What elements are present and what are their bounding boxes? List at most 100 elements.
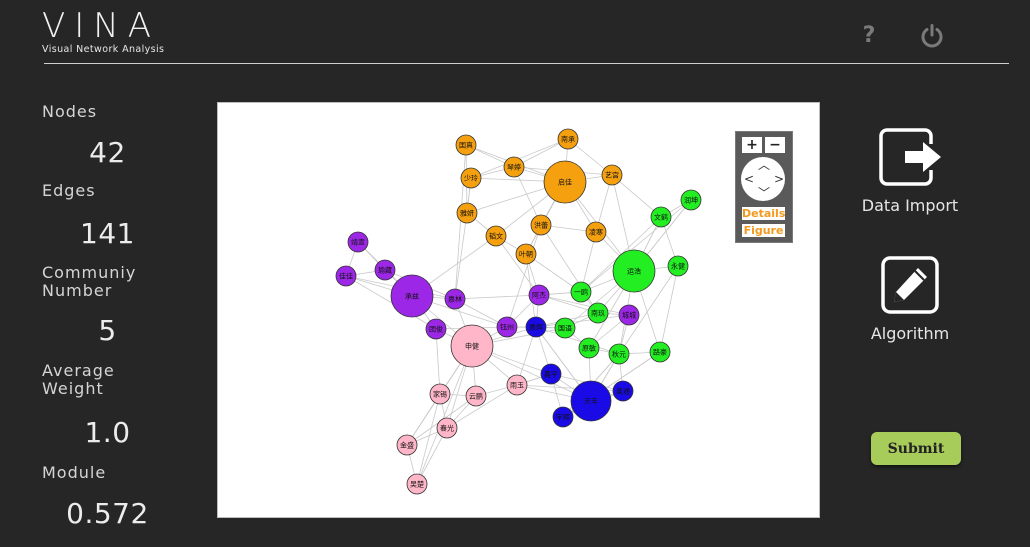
graph-node[interactable]: 吴楚	[406, 473, 428, 495]
algorithm-button[interactable]: Algorithm	[850, 256, 970, 343]
graph-edge	[506, 224, 542, 328]
question-mark-icon[interactable]: ?	[858, 22, 880, 50]
pan-up-icon[interactable]: ︿	[758, 159, 770, 171]
logo-subtitle: Visual Network Analysis	[42, 44, 165, 55]
data-import-button[interactable]: Data Import	[850, 128, 970, 215]
stat-label-average-weight: Average Weight	[42, 361, 115, 398]
pan-left-icon[interactable]: <	[744, 173, 754, 185]
submit-button[interactable]: Submit	[871, 432, 961, 465]
graph-node-label: 春光	[440, 424, 454, 433]
stat-label-edges: Edges	[42, 181, 96, 200]
graph-node[interactable]: 南承	[557, 128, 579, 150]
graph-node[interactable]: 云鹏	[465, 385, 487, 407]
graph-node[interactable]: 承兹	[390, 274, 434, 318]
graph-node[interactable]: 少玲	[460, 167, 482, 189]
zoom-out-button[interactable]: −	[765, 137, 785, 153]
graph-node-label: 嘉林	[448, 295, 462, 304]
graph-node[interactable]: 鑫宇	[540, 363, 562, 385]
graph-node[interactable]: 艺宫	[601, 164, 623, 186]
graph-node-label: 承兹	[405, 292, 419, 301]
graph-node[interactable]: 嘉林	[444, 288, 466, 310]
graph-node[interactable]: 春光	[436, 417, 458, 439]
graph-node[interactable]: 钰州	[496, 316, 518, 338]
graph-node[interactable]: 瑜藏	[374, 259, 396, 281]
graph-edge	[454, 294, 540, 300]
graph-node[interactable]: 国语	[554, 317, 576, 339]
graph-node-label: 钰州	[500, 323, 514, 332]
graph-node[interactable]: 秋元	[608, 343, 630, 365]
graph-node-label: 城城	[622, 312, 636, 320]
graph-edge	[535, 326, 620, 355]
graph-node[interactable]: 文鹤	[650, 206, 672, 228]
logo-title: VINA	[42, 6, 160, 46]
details-tab[interactable]: Details	[742, 207, 785, 220]
pencil-icon	[881, 256, 939, 314]
graph-node[interactable]: 一鸥	[570, 281, 592, 303]
graph-node-label: 鑫宇	[544, 370, 558, 379]
graph-node-label: 国语	[558, 324, 572, 333]
network-graph-panel[interactable]: 囯真 南承少玲 琴婷启佳 艺宫雅妍洪蕾韬文 凌寒叶朝 润坤文鹤运浩 永健一鸥南玖国语 原敏 秋元…	[217, 102, 820, 518]
power-icon[interactable]	[918, 22, 946, 50]
graph-node[interactable]: 家锡	[429, 383, 451, 405]
graph-node[interactable]: 启佳	[543, 160, 587, 204]
graph-node-label: 永健	[671, 262, 685, 271]
graph-node[interactable]: 叶朝	[515, 243, 537, 265]
stat-label-nodes: Nodes	[42, 102, 98, 121]
graph-node[interactable]: 佳佳	[335, 265, 357, 287]
graph-node[interactable]: 奥通	[612, 380, 634, 402]
stat-value-nodes: 42	[89, 136, 126, 169]
stat-label-module: Module	[42, 463, 107, 482]
graph-node[interactable]: 囯真	[455, 134, 477, 156]
graph-node[interactable]: 韬文	[485, 225, 507, 247]
graph-node[interactable]: 路豪	[649, 341, 671, 363]
graph-node-label: 琴婷	[507, 163, 521, 172]
graph-node[interactable]: 宇辉	[552, 406, 574, 428]
graph-node[interactable]: 城城	[618, 304, 640, 326]
graph-node-label: 囯真	[459, 141, 473, 150]
graph-node[interactable]: 天丰	[570, 380, 612, 422]
graph-node-label: 雨玉	[510, 382, 524, 390]
graph-node-label: 团俊	[429, 325, 443, 334]
graph-node[interactable]: 申健	[450, 324, 494, 368]
graph-node-label: 佳佳	[339, 272, 353, 281]
graph-node-label: 启佳	[558, 178, 572, 187]
graph-node-label: 奥通	[616, 387, 630, 396]
stat-label-community-number: Communiy Number	[42, 263, 137, 300]
graph-node[interactable]: 凌寒	[585, 221, 607, 243]
zoom-in-button[interactable]: +	[742, 137, 762, 153]
graph-node[interactable]: 阿杰	[528, 284, 550, 306]
network-graph[interactable]: 囯真 南承少玲 琴婷启佳 艺宫雅妍洪蕾韬文 凌寒叶朝 润坤文鹤运浩 永健一鸥南玖国语原敏秋元…	[218, 103, 819, 517]
graph-node-label: 靖宣	[351, 238, 365, 247]
graph-node[interactable]: 南玖	[587, 302, 609, 324]
graph-node-label: 阿杰	[532, 291, 546, 300]
header-divider	[44, 63, 1009, 64]
data-import-icon	[879, 128, 941, 186]
graph-node-label: 金盛	[400, 441, 414, 450]
graph-node[interactable]: 润坤	[680, 189, 702, 211]
graph-node-label: 凌寒	[589, 228, 603, 237]
graph-node[interactable]: 雅妍	[456, 202, 478, 224]
graph-node[interactable]: 洪蕾	[530, 214, 552, 236]
graph-node[interactable]: 运浩	[612, 249, 656, 293]
graph-node-label: 雅妍	[460, 209, 474, 218]
graph-node[interactable]: 团俊	[425, 318, 447, 340]
graph-node-label: 运浩	[627, 267, 641, 276]
graph-node[interactable]: 雨玉	[506, 374, 528, 396]
graph-node-label: 一鸥	[574, 288, 588, 297]
graph-navigation-control: + − ︿ ﹀ < > Details Figure	[735, 131, 793, 243]
graph-node-label: 文鹤	[654, 213, 668, 222]
graph-node-label: 南玖	[591, 309, 605, 318]
graph-node-label: 少玲	[464, 174, 478, 183]
pan-control[interactable]: ︿ ﹀ < >	[741, 157, 785, 201]
graph-node[interactable]: 琴婷	[503, 156, 525, 178]
graph-node-label: 宇辉	[556, 413, 570, 422]
figure-tab[interactable]: Figure	[742, 224, 785, 237]
pan-right-icon[interactable]: >	[774, 173, 784, 185]
pan-down-icon[interactable]: ﹀	[758, 187, 770, 199]
graph-node[interactable]: 靖宣	[347, 231, 369, 253]
graph-node[interactable]: 嘉辉	[525, 316, 547, 338]
graph-node[interactable]: 金盛	[396, 434, 418, 456]
graph-node[interactable]: 永健	[667, 255, 689, 277]
graph-node[interactable]: 原敏	[578, 337, 600, 359]
graph-node-label: 云鹏	[469, 392, 483, 401]
